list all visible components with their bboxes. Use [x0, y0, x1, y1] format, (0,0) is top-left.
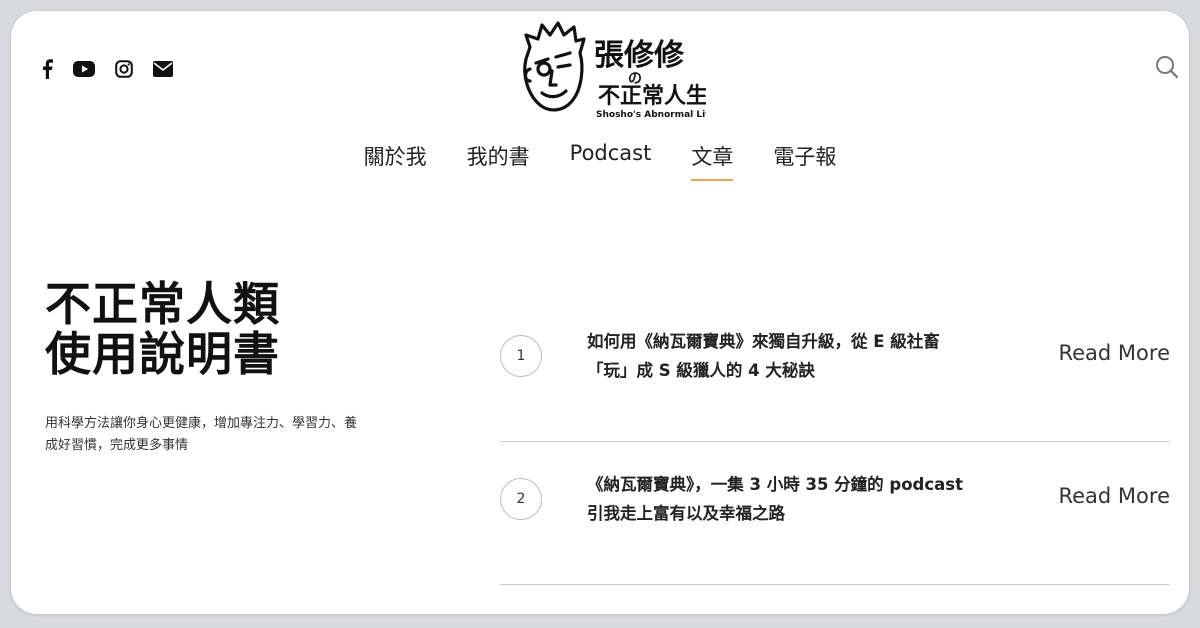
instagram-icon[interactable] — [115, 60, 133, 78]
article-title-line1: 《納瓦爾寶典》，一集 3 小時 35 分鐘的 podcast — [587, 475, 963, 494]
read-more-link[interactable]: Read More — [1058, 341, 1170, 365]
list-item: 1 如何用《納瓦爾寶典》來獨自升級，從 E 級社畜 「玩」成 S 級獵人的 4 … — [500, 299, 1170, 442]
hero-title: 不正常人類 使用說明書 — [45, 279, 280, 379]
page-frame: 張修修 の 不正常人生 Shosho's Abnormal Life 關於我 我… — [11, 11, 1189, 614]
logo-text-line1: 張修修 — [594, 38, 685, 73]
nav-item-podcast[interactable]: Podcast — [570, 141, 652, 175]
email-icon[interactable] — [153, 61, 173, 77]
hero-description: 用科學方法讓你身心更健康，增加專注力、學習力、養成好習慣，完成更多事情 — [45, 416, 358, 453]
hero-title-line2: 使用說明書 — [45, 327, 280, 381]
article-list: 1 如何用《納瓦爾寶典》來獨自升級，從 E 級社畜 「玩」成 S 級獵人的 4 … — [500, 299, 1170, 585]
logo-text-line2: 不正常人生 — [598, 83, 706, 109]
nav-item-about[interactable]: 關於我 — [364, 141, 427, 175]
main-nav: 關於我 我的書 Podcast 文章 電子報 — [11, 141, 1189, 181]
nav-item-books[interactable]: 我的書 — [467, 141, 530, 175]
youtube-icon[interactable] — [73, 61, 95, 77]
search-icon[interactable] — [1155, 55, 1179, 83]
article-title-line2: 「玩」成 S 級獵人的 4 大秘訣 — [587, 361, 815, 380]
logo-subtitle: Shosho's Abnormal Life — [596, 110, 706, 120]
article-title-line1: 如何用《納瓦爾寶典》來獨自升級，從 E 級社畜 — [587, 332, 940, 351]
article-title-line2: 引我走上富有以及幸福之路 — [587, 504, 785, 523]
article-title[interactable]: 《納瓦爾寶典》，一集 3 小時 35 分鐘的 podcast 引我走上富有以及幸… — [587, 470, 1017, 528]
nav-item-articles[interactable]: 文章 — [691, 141, 734, 181]
article-number: 2 — [500, 478, 542, 520]
site-logo[interactable]: 張修修 の 不正常人生 Shosho's Abnormal Life — [516, 19, 715, 121]
hero-title-line1: 不正常人類 — [45, 277, 280, 331]
social-links — [41, 59, 173, 79]
list-item: 2 《納瓦爾寶典》，一集 3 小時 35 分鐘的 podcast 引我走上富有以… — [500, 442, 1170, 585]
read-more-link[interactable]: Read More — [1058, 484, 1170, 508]
logo-face-icon — [523, 21, 586, 112]
article-title[interactable]: 如何用《納瓦爾寶典》來獨自升級，從 E 級社畜 「玩」成 S 級獵人的 4 大秘… — [587, 327, 1017, 385]
nav-item-newsletter[interactable]: 電子報 — [773, 141, 836, 175]
facebook-icon[interactable] — [41, 59, 53, 79]
article-number: 1 — [500, 335, 542, 377]
